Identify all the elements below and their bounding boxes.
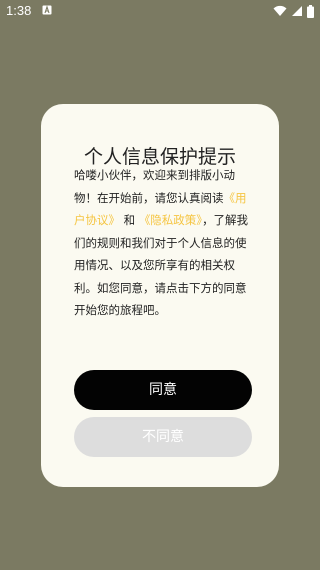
privacy-policy-link[interactable]: 《隐私政策》 — [139, 213, 202, 227]
agree-button[interactable]: 同意 — [74, 370, 252, 410]
status-icons — [273, 3, 314, 19]
body-intro-text: 哈喽小伙伴，欢迎来到排版小动物！在开始前，请您认真阅读 — [74, 168, 235, 205]
body-outro-text: ，了解我们的规则和我们对于个人信息的使用情况、以及您所享有的相关权利。如您同意，… — [74, 213, 249, 317]
cellular-signal-icon — [292, 6, 302, 16]
status-bar: 1:38 — [0, 0, 320, 24]
dialog-body: 哈喽小伙伴，欢迎来到排版小动物！在开始前，请您认真阅读《用户协议》 和 《隐私政… — [74, 164, 250, 322]
battery-icon — [307, 4, 314, 18]
a-box-icon — [42, 5, 52, 15]
status-time: 1:38 — [6, 3, 32, 18]
disagree-button[interactable]: 不同意 — [74, 417, 252, 457]
wifi-icon — [273, 5, 287, 16]
privacy-dialog: 个人信息保护提示 哈喽小伙伴，欢迎来到排版小动物！在开始前，请您认真阅读《用户协… — [41, 104, 279, 487]
body-and-text: 和 — [123, 213, 136, 227]
